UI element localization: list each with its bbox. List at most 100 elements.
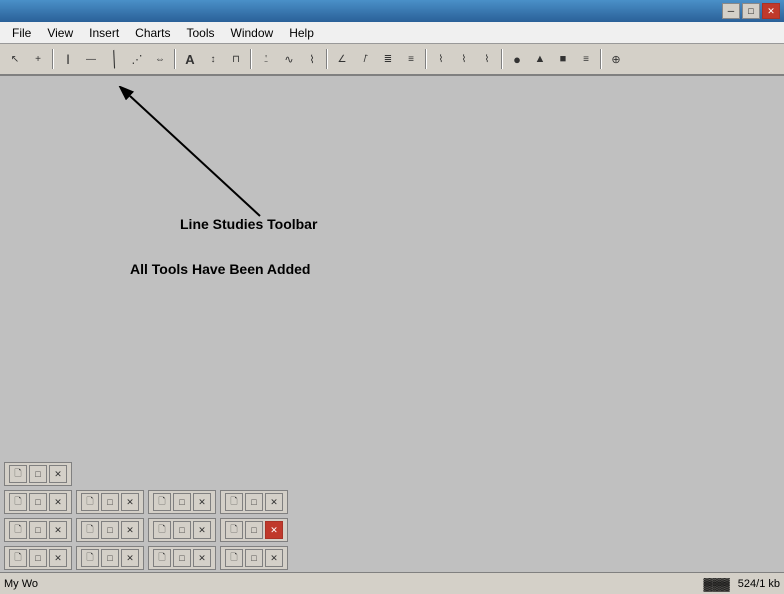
fan-btn[interactable]: ⌇ (301, 47, 323, 71)
minimize-button[interactable]: ─ (722, 3, 740, 19)
fib-arc-btn[interactable]: ⌇ (453, 47, 475, 71)
status-right: ▓▓▓ 524/1 kb (704, 577, 780, 591)
menu-insert[interactable]: Insert (81, 24, 127, 42)
tab-row-1: 🗋 □ ✕ (0, 460, 784, 488)
tab-group-r2-1: 🗋 □ ✕ (4, 490, 72, 514)
tab-group-r3-1: 🗋 □ ✕ (4, 518, 72, 542)
vertical-line-btn[interactable]: | (57, 47, 79, 71)
toolbar-separator-6 (501, 49, 503, 69)
tab-group-r1-1: 🗋 □ ✕ (4, 462, 72, 486)
ellipse-btn[interactable]: ● (506, 47, 528, 71)
price-label-btn[interactable]: ↕ (202, 47, 224, 71)
tab-r2-1-close[interactable]: ✕ (49, 493, 67, 511)
more-btn[interactable]: ⊕ (605, 47, 627, 71)
toolbar-arrow (60, 86, 320, 236)
tab-group-r4-1: 🗋 □ ✕ (4, 546, 72, 570)
ext-line-btn[interactable]: ⇔ (149, 47, 171, 71)
tab-r2-3-min[interactable]: □ (173, 493, 191, 511)
triangle-btn[interactable]: ▲ (529, 47, 551, 71)
tab-r3-2-min[interactable]: □ (101, 521, 119, 539)
tab-r4-1-close[interactable]: ✕ (49, 549, 67, 567)
toolbar-separator-5 (425, 49, 427, 69)
fib-ext-btn[interactable]: ≡ (400, 47, 422, 71)
toolbar-separator-3 (250, 49, 252, 69)
tab-r2-2-close[interactable]: ✕ (121, 493, 139, 511)
tab-r2-1-restore[interactable]: 🗋 (9, 493, 27, 511)
tab-r4-4-min[interactable]: □ (245, 549, 263, 567)
tab-r3-4-min[interactable]: □ (245, 521, 263, 539)
tab-r4-2-restore[interactable]: 🗋 (81, 549, 99, 567)
tab-row-2: 🗋 □ ✕ 🗋 □ ✕ 🗋 □ ✕ 🗋 □ ✕ (0, 488, 784, 516)
tab-r4-2-close[interactable]: ✕ (121, 549, 139, 567)
text-btn[interactable]: A (179, 47, 201, 71)
tab-r3-2-restore[interactable]: 🗋 (81, 521, 99, 539)
tab-r2-4-restore[interactable]: 🗋 (225, 493, 243, 511)
tab-r3-4-restore[interactable]: 🗋 (225, 521, 243, 539)
tab-group-r2-3: 🗋 □ ✕ (148, 490, 216, 514)
arrow-marker-btn[interactable]: ⊓ (225, 47, 247, 71)
status-bar: My Wo ▓▓▓ 524/1 kb (0, 572, 784, 594)
status-info-text: 524/1 kb (738, 578, 780, 590)
tab-r4-3-restore[interactable]: 🗋 (153, 549, 171, 567)
tab-r4-3-min[interactable]: □ (173, 549, 191, 567)
pitchfork-btn[interactable]: ⍘ (255, 47, 277, 71)
tab-r3-4-close-active[interactable]: ✕ (265, 521, 283, 539)
trend-line-btn[interactable]: ╱ (98, 44, 129, 75)
menu-view[interactable]: View (39, 24, 81, 42)
fib-fan-btn[interactable]: ⌇ (430, 47, 452, 71)
tab-r4-1-min[interactable]: □ (29, 549, 47, 567)
tab-r3-3-min[interactable]: □ (173, 521, 191, 539)
tab-r3-1-min[interactable]: □ (29, 521, 47, 539)
toolbar-separator-2 (174, 49, 176, 69)
tab-r3-3-restore[interactable]: 🗋 (153, 521, 171, 539)
fib-ret-btn[interactable]: ≣ (377, 47, 399, 71)
all-tools-label: All Tools Have Been Added (130, 261, 310, 277)
tab-r3-3-close[interactable]: ✕ (193, 521, 211, 539)
tab-r4-3-close[interactable]: ✕ (193, 549, 211, 567)
tab-row-4: 🗋 □ ✕ 🗋 □ ✕ 🗋 □ ✕ 🗋 □ ✕ (0, 544, 784, 572)
menu-window[interactable]: Window (223, 24, 282, 42)
tab-group-r2-4: 🗋 □ ✕ (220, 490, 288, 514)
tab-r2-1-min[interactable]: □ (29, 493, 47, 511)
toolbar-separator-7 (600, 49, 602, 69)
close-button[interactable]: ✕ (762, 3, 780, 19)
tab-r2-3-restore[interactable]: 🗋 (153, 493, 171, 511)
status-chart-icon: ▓▓▓ (704, 577, 730, 591)
title-bar: ─ □ ✕ (0, 0, 784, 22)
tab-r4-4-close[interactable]: ✕ (265, 549, 283, 567)
menu-help[interactable]: Help (281, 24, 322, 42)
toolbar-separator-4 (326, 49, 328, 69)
tab-r4-1-restore[interactable]: 🗋 (9, 549, 27, 567)
horizontal-line-btn[interactable]: — (80, 47, 102, 71)
rectangle-btn[interactable]: ■ (552, 47, 574, 71)
tab-r2-3-close[interactable]: ✕ (193, 493, 211, 511)
channel-btn[interactable]: ≡ (575, 47, 597, 71)
tab-r2-4-close[interactable]: ✕ (265, 493, 283, 511)
tab-r3-1-restore[interactable]: 🗋 (9, 521, 27, 539)
tab-r3-1-close[interactable]: ✕ (49, 521, 67, 539)
toolbar-separator-1 (52, 49, 54, 69)
maximize-button[interactable]: □ (742, 3, 760, 19)
menu-file[interactable]: File (4, 24, 39, 42)
menu-tools[interactable]: Tools (179, 24, 223, 42)
tab-r2-2-min[interactable]: □ (101, 493, 119, 511)
menu-charts[interactable]: Charts (127, 24, 178, 42)
gann-line-btn[interactable]: /̄ (354, 47, 376, 71)
tab-r1-min-btn[interactable]: □ (29, 465, 47, 483)
wave-btn[interactable]: ∿ (278, 47, 300, 71)
fib-chan-btn[interactable]: ⌇ (476, 47, 498, 71)
cursor-tool-btn[interactable]: ↖ (4, 47, 26, 71)
gann-fan-btn[interactable]: ∠ (331, 47, 353, 71)
tab-r2-2-restore[interactable]: 🗋 (81, 493, 99, 511)
tab-group-r3-2: 🗋 □ ✕ (76, 518, 144, 542)
tab-r1-restore-btn[interactable]: 🗋 (9, 465, 27, 483)
crosshair-tool-btn[interactable]: + (27, 47, 49, 71)
bottom-tab-panel: 🗋 □ ✕ 🗋 □ ✕ 🗋 □ ✕ 🗋 □ ✕ 🗋 (0, 456, 784, 572)
status-left-text: My Wo (4, 578, 704, 590)
tab-r1-close-btn[interactable]: ✕ (49, 465, 67, 483)
ray-btn[interactable]: ⋰ (126, 47, 148, 71)
tab-r2-4-min[interactable]: □ (245, 493, 263, 511)
tab-r3-2-close[interactable]: ✕ (121, 521, 139, 539)
tab-r4-2-min[interactable]: □ (101, 549, 119, 567)
tab-r4-4-restore[interactable]: 🗋 (225, 549, 243, 567)
